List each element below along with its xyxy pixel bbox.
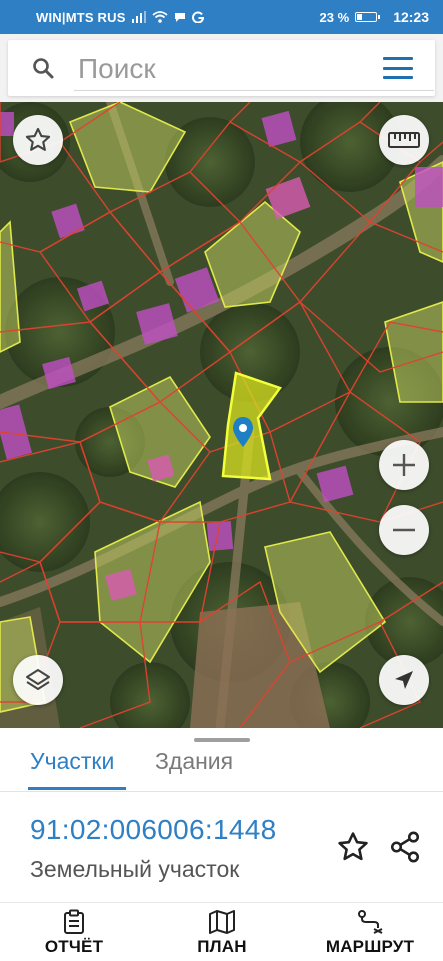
search-bar [0, 34, 443, 102]
star-icon [25, 127, 51, 151]
status-bar: WIN|MTS RUS 23 % 12:23 [0, 0, 443, 34]
tab-bar: Участки Здания [0, 728, 443, 792]
nav-plan[interactable]: ПЛАН [188, 909, 256, 957]
nav-plan-label: ПЛАН [197, 937, 247, 956]
share-icon[interactable] [388, 830, 422, 864]
zoom-out-button[interactable] [379, 505, 429, 555]
clock: 12:23 [393, 9, 429, 25]
map-view[interactable] [0, 102, 443, 728]
search-input[interactable] [76, 48, 380, 90]
navigation-arrow-icon [395, 671, 413, 689]
drag-handle[interactable] [194, 738, 250, 742]
bottom-nav: ОТЧЁТ ПЛАН МАРШРУТ [0, 902, 443, 961]
layers-icon [26, 669, 50, 690]
g-logo-icon [191, 11, 204, 23]
ruler-button[interactable] [379, 115, 429, 165]
zoom-in-button[interactable] [379, 440, 429, 490]
search-box [8, 40, 435, 96]
nav-route-label: МАРШРУТ [325, 937, 415, 956]
battery-percent: 23 % [319, 9, 350, 25]
wifi-icon [152, 11, 168, 23]
zoom-in-icon [393, 454, 415, 476]
my-location-button[interactable] [379, 655, 429, 705]
parcel-card[interactable]: 91:02:006006:1448 Земельный участок [0, 792, 443, 902]
zoom-out-icon [393, 528, 415, 532]
parcel-type: Земельный участок [30, 856, 240, 882]
tab-parcels[interactable]: Участки [30, 748, 114, 775]
chat-icon [174, 13, 185, 22]
search-icon[interactable] [32, 57, 54, 79]
search-underline [74, 90, 434, 91]
carrier-label: WIN|MTS RUS [36, 9, 126, 25]
route-icon [358, 910, 383, 934]
signal-icon [131, 11, 146, 23]
report-icon [64, 909, 84, 934]
nav-report-label: ОТЧЁТ [44, 937, 104, 956]
favorite-star-button[interactable] [13, 115, 63, 165]
favorite-star-icon[interactable] [336, 830, 370, 864]
ruler-icon [388, 132, 420, 148]
nav-report[interactable]: ОТЧЁТ [40, 909, 108, 957]
map-plan-icon [209, 910, 235, 934]
tab-buildings[interactable]: Здания [155, 748, 233, 775]
nav-route[interactable]: МАРШРУТ [318, 909, 422, 957]
tab-indicator [28, 787, 126, 790]
menu-icon[interactable] [383, 57, 413, 79]
cadastral-number[interactable]: 91:02:006006:1448 [30, 814, 276, 846]
battery-icon [355, 12, 381, 22]
satellite-map[interactable] [0, 102, 443, 728]
layers-button[interactable] [13, 655, 63, 705]
